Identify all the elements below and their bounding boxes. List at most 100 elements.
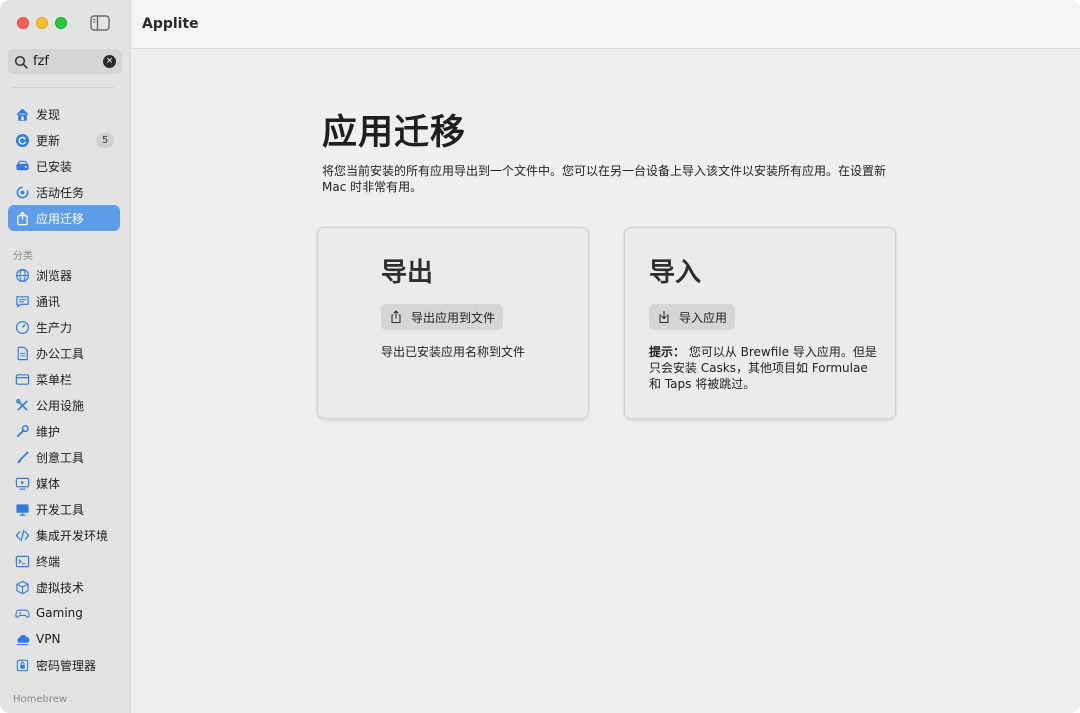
- close-window-button[interactable]: [17, 17, 29, 29]
- minimize-window-button[interactable]: [36, 17, 48, 29]
- terminal-icon: [14, 553, 30, 569]
- sidebar-item-label: 创意工具: [36, 450, 85, 465]
- sidebar-item-terminal[interactable]: 终端: [8, 548, 120, 574]
- sidebar-item-label: 浏览器: [36, 268, 73, 283]
- import-icon: [657, 310, 671, 324]
- window-controls: [17, 17, 67, 29]
- sidebar-item-utilities[interactable]: 公用设施: [8, 392, 120, 418]
- export-apps-button-label: 导出应用到文件: [411, 310, 496, 325]
- sidebar-item-password-managers[interactable]: 密码管理器: [8, 652, 120, 678]
- page-header: 应用迁移 将您当前安装的所有应用导出到一个文件中。您可以在另一台设备上导入该文件…: [322, 104, 902, 195]
- page-title: 应用迁移: [322, 113, 467, 153]
- sidebar-item-label: 已安装: [36, 159, 73, 174]
- sidebar-item-menubar[interactable]: 菜单栏: [8, 366, 120, 392]
- import-apps-button-label: 导入应用: [679, 310, 728, 325]
- main-nav: 发现 更新 5 已安装 活动任务 应用迁移: [8, 101, 120, 231]
- sidebar-item-label: 发现: [36, 107, 61, 122]
- sidebar-item-label: 办公工具: [36, 346, 85, 361]
- export-apps-button[interactable]: 导出应用到文件: [381, 304, 504, 330]
- export-card: 导出 导出应用到文件 导出已安装应用名称到文件: [317, 227, 589, 419]
- sidebar-item-label: 通讯: [36, 294, 61, 309]
- sidebar-item-installed[interactable]: 已安装: [8, 153, 120, 179]
- sidebar-item-label: Gaming: [36, 606, 83, 620]
- sidebar-item-browsers[interactable]: 浏览器: [8, 262, 120, 288]
- category-nav: 浏览器 通讯 生产力 办公工具 菜单栏 公用设施 维护 创意工具 媒体 开发工具…: [8, 262, 120, 678]
- sidebar-item-label: 集成开发环境: [36, 528, 109, 543]
- export-card-title: 导出: [381, 258, 434, 288]
- title-bar: Applite: [131, 0, 1080, 49]
- house-icon: [14, 106, 30, 122]
- updates-count-badge: 5: [96, 132, 114, 148]
- sidebar-item-vpn[interactable]: VPN: [8, 626, 120, 652]
- sidebar-toggle-icon[interactable]: [90, 15, 110, 31]
- search-icon: [14, 55, 28, 69]
- import-note-prefix: 提示：: [649, 345, 686, 359]
- sidebar: × 发现 更新 5 已安装 活动任务 应用迁移: [0, 0, 131, 713]
- sidebar-item-label: 更新: [36, 133, 61, 148]
- sidebar-item-label: 维护: [36, 424, 61, 439]
- clear-search-icon[interactable]: ×: [103, 55, 116, 68]
- sidebar-item-label: 媒体: [36, 476, 61, 491]
- sidebar-item-label: 开发工具: [36, 502, 85, 517]
- sidebar-item-app-migration[interactable]: 应用迁移: [8, 205, 120, 231]
- sidebar-item-productivity[interactable]: 生产力: [8, 314, 120, 340]
- sidebar-item-gaming[interactable]: Gaming: [8, 600, 120, 626]
- migration-icon: [14, 210, 30, 226]
- zoom-window-button[interactable]: [55, 17, 67, 29]
- tools-icon: [14, 397, 30, 413]
- sidebar-item-label: 活动任务: [36, 185, 85, 200]
- app-title: Applite: [142, 16, 199, 32]
- import-card: 导入 导入应用 提示： 您可以从 Brewfile 导入应用。但是只会安装 Ca…: [624, 227, 896, 419]
- sidebar-item-label: 公用设施: [36, 398, 85, 413]
- activity-icon: [14, 184, 30, 200]
- search-field[interactable]: ×: [8, 49, 122, 74]
- sidebar-item-office-tools[interactable]: 办公工具: [8, 340, 120, 366]
- sidebar-item-updates[interactable]: 更新 5: [8, 127, 120, 153]
- sidebar-item-label: 菜单栏: [36, 372, 73, 387]
- drive-icon: [14, 158, 30, 174]
- share-icon: [389, 310, 403, 324]
- sidebar-item-ide[interactable]: 集成开发环境: [8, 522, 120, 548]
- sidebar-item-label: 生产力: [36, 320, 73, 335]
- sidebar-item-maintenance[interactable]: 维护: [8, 418, 120, 444]
- sidebar-item-label: 应用迁移: [36, 211, 85, 226]
- import-apps-button[interactable]: 导入应用: [649, 304, 736, 330]
- sidebar-divider: [13, 87, 114, 88]
- homebrew-section-label: Homebrew: [13, 694, 68, 705]
- sidebar-item-discover[interactable]: 发现: [8, 101, 120, 127]
- sidebar-item-developer-tools[interactable]: 开发工具: [8, 496, 120, 522]
- monitor-icon: [14, 501, 30, 517]
- import-card-note: 提示： 您可以从 Brewfile 导入应用。但是只会安装 Casks，其他项目…: [649, 344, 877, 392]
- sidebar-item-virtualization[interactable]: 虚拟技术: [8, 574, 120, 600]
- document-icon: [14, 345, 30, 361]
- cube-icon: [14, 579, 30, 595]
- globe-icon: [14, 267, 30, 283]
- sidebar-item-communication[interactable]: 通讯: [8, 288, 120, 314]
- sidebar-item-creative-tools[interactable]: 创意工具: [8, 444, 120, 470]
- update-icon: [14, 132, 30, 148]
- sidebar-item-active-tasks[interactable]: 活动任务: [8, 179, 120, 205]
- code-icon: [14, 527, 30, 543]
- menubar-icon: [14, 371, 30, 387]
- sidebar-item-label: VPN: [36, 632, 61, 646]
- media-icon: [14, 475, 30, 491]
- wrench-icon: [14, 423, 30, 439]
- sidebar-item-label: 虚拟技术: [36, 580, 85, 595]
- lock-icon: [14, 657, 30, 673]
- export-card-note: 导出已安装应用名称到文件: [381, 345, 526, 359]
- gamepad-icon: [14, 605, 30, 621]
- brush-icon: [14, 449, 30, 465]
- sidebar-item-media[interactable]: 媒体: [8, 470, 120, 496]
- sidebar-item-label: 终端: [36, 554, 61, 569]
- category-section-label: 分类: [13, 251, 33, 262]
- search-input[interactable]: [33, 54, 103, 69]
- gauge-icon: [14, 319, 30, 335]
- import-card-title: 导入: [649, 258, 702, 288]
- sidebar-item-label: 密码管理器: [36, 658, 97, 673]
- page-description: 将您当前安装的所有应用导出到一个文件中。您可以在另一台设备上导入该文件以安装所有…: [322, 164, 887, 194]
- migration-cards: 导出 导出应用到文件 导出已安装应用名称到文件 导入 导入应用 提示： 您可以从…: [317, 227, 896, 419]
- app-window: × 发现 更新 5 已安装 活动任务 应用迁移: [0, 0, 1080, 713]
- chat-icon: [14, 293, 30, 309]
- vpn-icon: [14, 631, 30, 647]
- main-content: Applite 应用迁移 将您当前安装的所有应用导出到一个文件中。您可以在另一台…: [131, 0, 1080, 713]
